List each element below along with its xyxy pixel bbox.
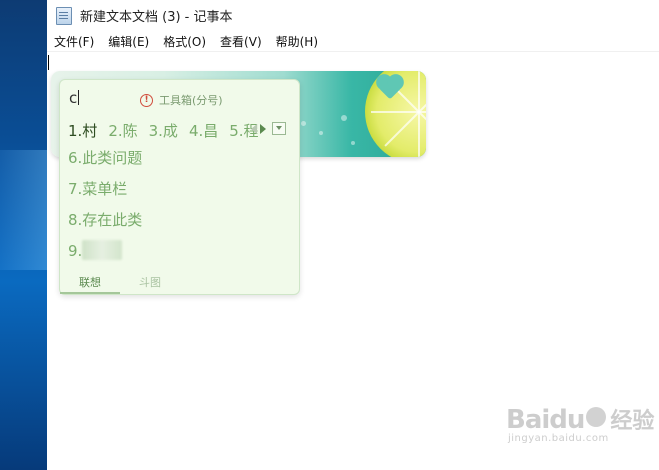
expand-candidates-icon[interactable] <box>272 122 286 135</box>
list-item-number: 9. <box>68 242 83 260</box>
ime-input-text: c <box>69 89 78 107</box>
menu-file[interactable]: 文件(F) <box>54 33 94 50</box>
menu-bar: 文件(F) 编辑(E) 格式(O) 查看(V) 帮助(H) <box>47 31 659 52</box>
menu-view[interactable]: 查看(V) <box>220 33 262 50</box>
candidate-4[interactable]: 4.昌 <box>189 120 218 141</box>
ime-candidate-window: c ! 工具箱(分号) 1.村 2.陈 3.成 4.昌 5.程 6.此类问题 7… <box>59 79 300 295</box>
watermark-text: 经验 <box>610 409 655 434</box>
list-item[interactable]: 8.存在此类 <box>68 208 142 239</box>
notepad-icon <box>56 6 72 25</box>
ime-composition: c <box>69 89 80 107</box>
candidate-row: 1.村 2.陈 3.成 4.昌 5.程 <box>68 120 270 141</box>
next-page-icon[interactable] <box>260 123 266 134</box>
ime-tab-bar: 联想 斗图 <box>60 273 299 294</box>
title-bar[interactable]: 新建文本文档 (3) - 记事本 <box>47 0 659 31</box>
candidate-paging <box>251 122 286 135</box>
previous-page-icon[interactable] <box>251 123 257 134</box>
baidu-watermark: Baidu 经验 jingyan.baidu.com <box>506 403 655 444</box>
menu-help[interactable]: 帮助(H) <box>276 33 318 50</box>
blurred-text <box>82 240 123 260</box>
candidate-1[interactable]: 1.村 <box>68 120 97 141</box>
watermark-url: jingyan.baidu.com <box>508 433 609 444</box>
menu-format[interactable]: 格式(O) <box>163 33 206 50</box>
candidate-2[interactable]: 2.陈 <box>108 120 137 141</box>
info-icon: ! <box>140 93 153 107</box>
text-caret <box>48 55 49 70</box>
desktop-glow <box>0 150 47 270</box>
ime-caret <box>78 90 80 105</box>
paw-icon <box>586 407 607 427</box>
menu-edit[interactable]: 编辑(E) <box>108 33 149 50</box>
desktop-background <box>0 0 47 470</box>
window-title: 新建文本文档 (3) - 记事本 <box>80 10 233 25</box>
tab-association[interactable]: 联想 <box>60 273 120 294</box>
association-list: 6.此类问题 7.菜单栏 8.存在此类 9. <box>68 146 142 270</box>
list-item-blurred[interactable]: 9. <box>68 239 142 270</box>
list-item[interactable]: 6.此类问题 <box>68 146 142 177</box>
toolbox-label: 工具箱(分号) <box>159 94 223 107</box>
toolbox-hint[interactable]: ! 工具箱(分号) <box>140 92 223 108</box>
watermark-logo: Baidu <box>506 405 585 435</box>
list-item[interactable]: 7.菜单栏 <box>68 177 142 208</box>
tab-sticker[interactable]: 斗图 <box>120 273 180 294</box>
candidate-3[interactable]: 3.成 <box>149 120 178 141</box>
